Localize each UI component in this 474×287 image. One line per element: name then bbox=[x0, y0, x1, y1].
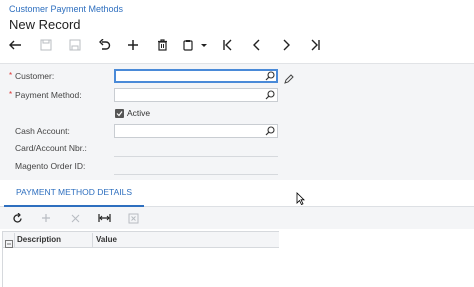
payment-method-required-mark: * bbox=[9, 90, 13, 99]
last-record-button[interactable] bbox=[305, 36, 325, 54]
row-selector-icon[interactable] bbox=[5, 235, 13, 253]
export-excel-button[interactable] bbox=[125, 211, 141, 225]
mouse-cursor-icon bbox=[296, 192, 305, 210]
search-icon[interactable] bbox=[265, 90, 275, 102]
last-record-icon bbox=[311, 39, 320, 51]
search-icon[interactable] bbox=[265, 71, 275, 83]
page-title: New Record bbox=[9, 17, 81, 32]
undo-icon bbox=[98, 39, 110, 50]
add-icon bbox=[128, 40, 138, 50]
previous-record-button[interactable] bbox=[247, 36, 267, 54]
breadcrumb[interactable]: Customer Payment Methods bbox=[9, 4, 123, 14]
grid-delete-button[interactable] bbox=[67, 211, 83, 225]
delete-icon bbox=[157, 39, 167, 51]
column-separator bbox=[92, 233, 93, 247]
save-icon bbox=[40, 39, 52, 51]
first-record-icon bbox=[223, 39, 232, 51]
magento-order-label: Magento Order ID: bbox=[15, 161, 86, 171]
customer-label: Customer: bbox=[15, 71, 55, 81]
checkmark-icon bbox=[116, 111, 123, 117]
back-icon bbox=[9, 40, 21, 50]
grid-toolbar bbox=[0, 207, 474, 229]
save-close-icon bbox=[69, 39, 81, 51]
next-record-button[interactable] bbox=[276, 36, 296, 54]
add-button[interactable] bbox=[123, 36, 143, 54]
cash-account-label: Cash Account: bbox=[15, 126, 70, 136]
previous-record-icon bbox=[253, 39, 260, 51]
copy-paste-icon bbox=[183, 40, 207, 51]
column-separator bbox=[14, 233, 15, 247]
column-header-description[interactable]: Description bbox=[17, 235, 61, 244]
close-icon bbox=[71, 214, 79, 222]
grid-add-button[interactable] bbox=[38, 211, 54, 225]
payment-method-label: Payment Method: bbox=[15, 90, 82, 100]
undo-button[interactable] bbox=[94, 36, 114, 54]
main-toolbar bbox=[4, 36, 334, 54]
customer-required-mark: * bbox=[9, 71, 13, 80]
next-record-icon bbox=[283, 39, 290, 51]
first-record-button[interactable] bbox=[218, 36, 238, 54]
refresh-icon bbox=[12, 212, 22, 223]
add-icon bbox=[42, 214, 50, 222]
card-account-field[interactable] bbox=[114, 156, 278, 157]
magento-order-field[interactable] bbox=[114, 174, 278, 175]
edit-pencil-icon[interactable] bbox=[284, 71, 294, 89]
save-button[interactable] bbox=[36, 36, 56, 54]
search-icon[interactable] bbox=[265, 126, 275, 138]
payment-method-input[interactable] bbox=[114, 88, 278, 102]
refresh-button[interactable] bbox=[9, 211, 25, 225]
customer-input[interactable] bbox=[114, 69, 278, 83]
save-close-button[interactable] bbox=[65, 36, 85, 54]
card-account-label: Card/Account Nbr.: bbox=[15, 143, 87, 153]
back-button[interactable] bbox=[6, 36, 26, 54]
fit-width-icon bbox=[97, 214, 111, 222]
column-header-value[interactable]: Value bbox=[96, 235, 117, 244]
delete-button[interactable] bbox=[152, 36, 172, 54]
tab-payment-method-details[interactable]: PAYMENT METHOD DETAILS bbox=[16, 187, 132, 197]
cash-account-input[interactable] bbox=[114, 124, 278, 138]
excel-icon bbox=[128, 213, 138, 223]
active-label[interactable]: Active bbox=[127, 108, 150, 118]
fit-columns-button[interactable] bbox=[96, 211, 112, 225]
details-grid: Description Value bbox=[2, 231, 279, 287]
active-checkbox[interactable] bbox=[115, 109, 124, 118]
copy-paste-button[interactable] bbox=[182, 36, 208, 54]
grid-header: Description Value bbox=[3, 231, 279, 248]
